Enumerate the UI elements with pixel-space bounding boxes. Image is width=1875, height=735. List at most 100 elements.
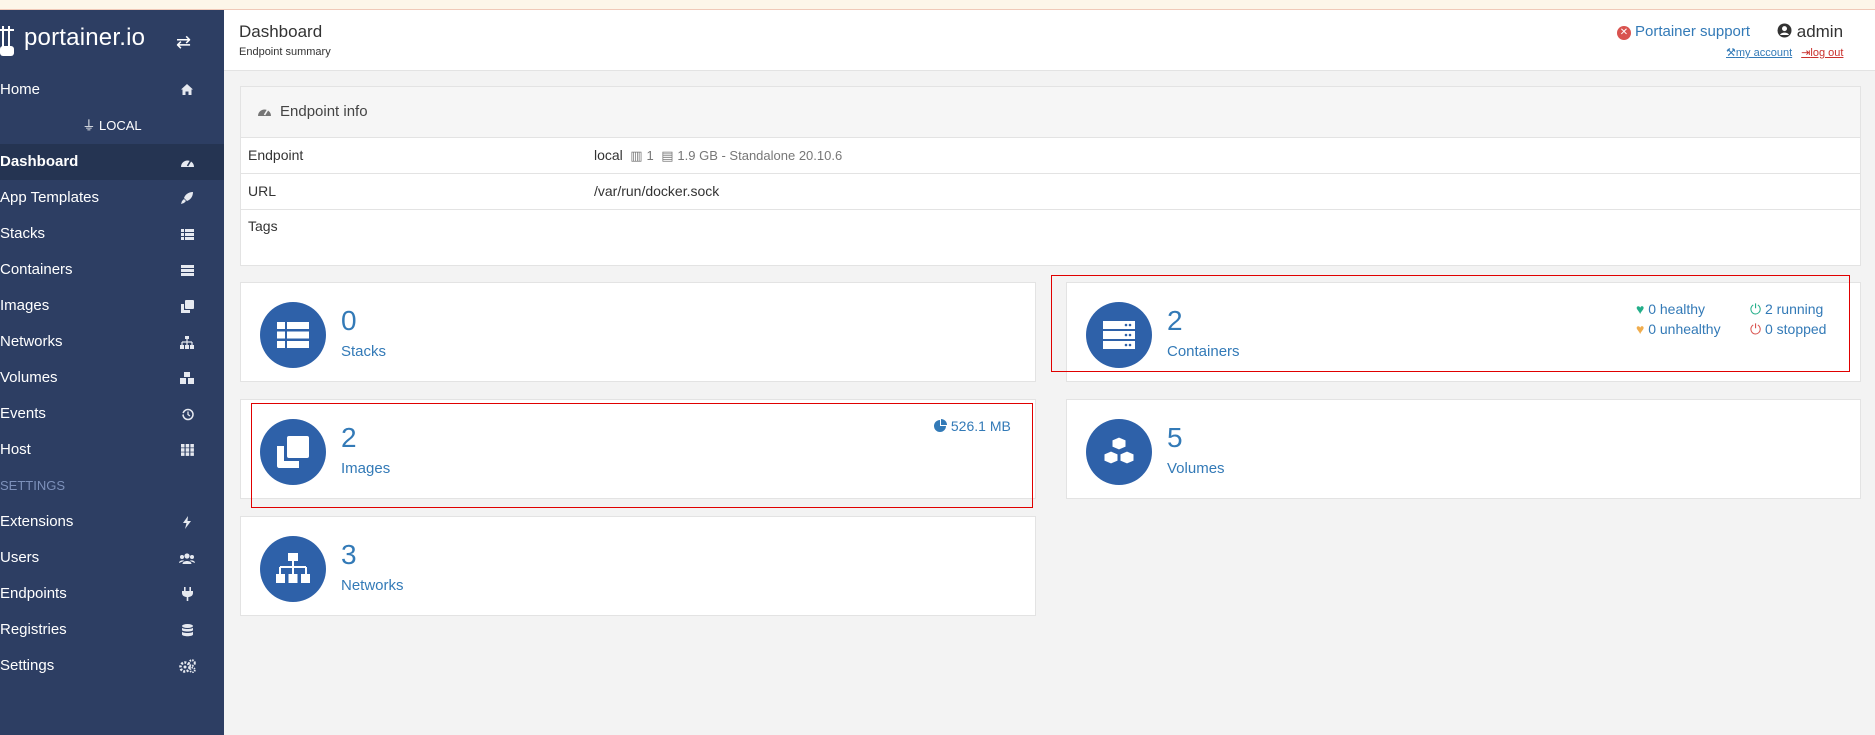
table-row: Tags [241,209,1860,245]
volumes-tile-icon-circle [1086,419,1152,485]
containers-tile[interactable]: 2 Containers ♥ 0 healthy ⏻ 2 running ♥ 0… [1066,282,1861,382]
page-title: Dashboard [239,22,323,41]
healthy-label: 0 healthy [1648,301,1706,317]
plug-icon [178,576,196,612]
sidebar-item-label: Stacks [0,225,46,242]
volumes-label: Volumes [1167,460,1225,477]
username: admin [1796,22,1844,41]
containers-healthy: ♥ 0 healthy [1636,301,1705,317]
sidebar-item-label: Host [0,441,31,458]
stacks-tile-icon-circle [260,302,326,368]
settings-heading: SETTINGS [0,478,66,493]
log-out-link[interactable]: ⇥log out [1801,47,1843,59]
sidebar-item-label: Registries [0,621,67,638]
endpoint-name: LOCAL [99,118,142,133]
sidebar-item-networks[interactable]: Networks [0,324,224,360]
brand-name: portainer.io [24,24,146,51]
database-icon [178,612,196,648]
portainer-support-link[interactable]: ✕ Portainer support [1617,23,1750,40]
sidebar-toggle-icon[interactable]: ⇄ [176,32,191,53]
sidebar-item-label: Endpoints [0,585,67,602]
my-account-label: my account [1735,47,1793,59]
th-list-icon [277,322,309,348]
wrench-icon: ⚒ [1726,47,1736,59]
table-row: Endpoint local ▥ 1 ▤ 1.9 GB - Standalone… [241,138,1860,174]
portainer-logo-icon [0,26,14,56]
sidebar-item-dashboard[interactable]: Dashboard [0,144,224,180]
history-icon [178,396,196,432]
browser-bookmark-bar [0,0,1875,10]
users-icon [178,540,196,576]
tachometer-icon [178,144,196,180]
pie-chart-icon [934,418,951,434]
networks-tile-icon-circle [260,536,326,602]
sidebar-item-label: Volumes [0,369,58,386]
stopped-label: 0 stopped [1764,321,1827,337]
home-icon [178,72,196,108]
containers-tile-icon-circle [1086,302,1152,368]
sidebar-item-app-templates[interactable]: App Templates [0,180,224,216]
plug-icon: ⏚ [82,118,96,133]
sidebar-item-label: Containers [0,261,73,278]
widget-title: Endpoint info [280,103,368,120]
page-subtitle: Endpoint summary [239,46,331,58]
cogs-icon [178,648,196,684]
networks-count: 3 [341,539,357,570]
row-value: local ▥ 1 ▤ 1.9 GB - Standalone 20.10.6 [594,147,842,164]
containers-unhealthy: ♥ 0 unhealthy [1636,321,1721,337]
images-count: 2 [341,422,357,453]
sidebar-item-host[interactable]: Host [0,432,224,468]
sidebar-item-images[interactable]: Images [0,288,224,324]
stacks-tile[interactable]: 0 Stacks [240,282,1036,382]
sidebar-item-label: Settings [0,657,55,674]
sidebar-item-label: Users [0,549,40,566]
sidebar-item-label: Extensions [0,513,74,530]
th-list-icon [178,216,196,252]
unhealthy-label: 0 unhealthy [1648,321,1721,337]
memory-value: 1.9 GB - Standalone 20.10.6 [677,148,843,163]
sidebar-item-label: Dashboard [0,153,79,170]
heartbeat-icon: ♥ [1636,301,1645,317]
images-size-label: 526.1 MB [950,418,1011,434]
row-key: Tags [248,218,278,234]
active-endpoint: ⏚ LOCAL [0,108,224,144]
sidebar-item-users[interactable]: Users [0,540,224,576]
endpoint-info-widget: Endpoint info Endpoint local ▥ 1 ▤ 1.9 G… [240,86,1861,266]
user-circle-icon [1777,22,1797,41]
row-value: /var/run/docker.sock [594,183,720,199]
images-tile[interactable]: 2 Images 526.1 MB [240,399,1036,499]
sidebar-item-volumes[interactable]: Volumes [0,360,224,396]
containers-count: 2 [1167,305,1183,336]
row-key: Endpoint [248,147,304,163]
sidebar-item-endpoints[interactable]: Endpoints [0,576,224,612]
widget-header: Endpoint info [241,87,1860,138]
sidebar-item-events[interactable]: Events [0,396,224,432]
tachometer-icon [257,87,272,137]
images-size: 526.1 MB [934,418,1011,434]
sitemap-icon [178,324,196,360]
volumes-tile[interactable]: 5 Volumes [1066,399,1861,499]
sidebar: portainer.io ⇄ Home ⏚ LOCAL Dashboard Ap… [0,10,224,735]
clone-icon [178,288,196,324]
images-label: Images [341,460,391,477]
sidebar-item-home[interactable]: Home [0,72,224,108]
row-key: URL [248,183,277,199]
server-icon [1103,321,1135,349]
th-icon [178,432,196,468]
networks-tile[interactable]: 3 Networks [240,516,1036,616]
log-out-label: log out [1810,47,1844,59]
cubes-icon [178,360,196,396]
cpu-count: 1 [646,148,654,163]
sidebar-item-settings[interactable]: Settings [0,648,224,684]
my-account-link[interactable]: ⚒my account [1726,47,1792,59]
stacks-label: Stacks [341,343,387,360]
sidebar-item-label: Home [0,81,41,98]
power-off-icon: ⏻ [1750,321,1762,337]
sidebar-item-extensions[interactable]: Extensions [0,504,224,540]
sidebar-item-containers[interactable]: Containers [0,252,224,288]
sidebar-item-stacks[interactable]: Stacks [0,216,224,252]
brand[interactable]: portainer.io ⇄ [0,10,224,72]
sidebar-item-registries[interactable]: Registries [0,612,224,648]
containers-stopped: ⏻ 0 stopped [1750,321,1826,338]
server-icon [178,252,196,288]
